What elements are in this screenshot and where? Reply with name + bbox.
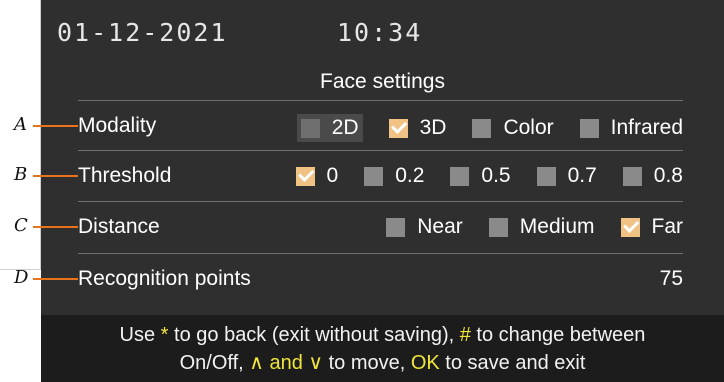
option-2d[interactable]: 2D [296,114,363,142]
option-label: Far [651,215,684,238]
help-line-1: Use * to go back (exit without saving), … [119,324,646,346]
checkbox-unchecked-icon[interactable] [300,118,320,138]
checkbox-checked-icon[interactable] [620,217,640,237]
option-label: 2D [331,116,359,139]
checkbox-unchecked-icon[interactable] [450,166,470,186]
checkbox-unchecked-icon[interactable] [488,217,508,237]
option-label: Color [503,116,554,139]
option-group: 0 0.2 0.5 0.7 0.8 [270,164,683,188]
checkbox-unchecked-icon[interactable] [579,118,599,138]
callout-leader-line [33,226,78,228]
row-label: Modality [78,114,157,137]
hash-key-hint: # [459,324,471,346]
callout-leader-line [33,278,78,280]
option-label: 0.8 [653,164,683,187]
callout-letter: D [14,267,29,288]
option-group: Near Medium Far [360,215,683,239]
option-label: Infrared [610,116,683,139]
option-label: 0.5 [481,164,511,187]
option-label: Near [417,215,463,238]
option-0-8[interactable]: 0.8 [622,164,683,188]
settings-row-recognition-points[interactable]: Recognition points 75 [78,253,683,304]
ok-key-hint: OK [410,352,440,374]
option-label: 3D [419,116,447,139]
page-title: Face settings [320,70,445,93]
row-label: Distance [78,215,160,238]
option-0-2[interactable]: 0.2 [364,164,424,188]
checkbox-unchecked-icon[interactable] [472,118,492,138]
checkbox-checked-icon[interactable] [388,118,408,138]
option-infrared[interactable]: Infrared [579,116,683,140]
option-near[interactable]: Near [386,215,463,239]
option-far[interactable]: Far [620,215,684,239]
settings-row-modality[interactable]: Modality 2D 3D Color Infrared [78,100,683,151]
checkbox-unchecked-icon[interactable] [622,166,642,186]
settings-row-distance[interactable]: Distance Near Medium Far [78,201,683,252]
option-0[interactable]: 0 [295,164,339,188]
device-screen: 01-12-2021 10:34 Face settings Modality 2… [41,0,724,382]
checkbox-unchecked-icon[interactable] [536,166,556,186]
option-0-5[interactable]: 0.5 [450,164,511,188]
option-3d[interactable]: 3D [388,116,447,140]
time-display: 10:34 [337,18,423,47]
callout-letter: A [14,114,27,135]
help-footer: Use * to go back (exit without saving), … [41,315,724,382]
checkbox-unchecked-icon[interactable] [364,166,384,186]
option-label: Medium [519,215,595,238]
option-label: 0 [326,164,339,187]
option-label: 0.7 [567,164,597,187]
checkbox-unchecked-icon[interactable] [386,217,406,237]
option-medium[interactable]: Medium [488,215,595,239]
option-color[interactable]: Color [472,116,554,140]
checkbox-checked-icon[interactable] [295,166,315,186]
settings-row-threshold[interactable]: Threshold 0 0.2 0.5 0.7 0.8 [78,150,683,201]
row-label: Threshold [78,164,172,187]
callout-letter: C [14,215,28,236]
option-label: 0.2 [395,164,425,187]
option-group: 2D 3D Color Infrared [275,114,683,142]
recognition-points-value: 75 [659,267,683,290]
row-label: Recognition points [78,267,251,290]
callout-leader-line [33,175,78,177]
help-line-2: On/Off, ∧ and ∨ to move, OK to save and … [179,352,586,374]
callout-letter: B [14,164,28,185]
date-display: 01-12-2021 [57,18,228,47]
callout-leader-line [33,125,78,127]
option-0-7[interactable]: 0.7 [536,164,597,188]
arrow-keys-hint: ∧ and ∨ [249,352,324,374]
